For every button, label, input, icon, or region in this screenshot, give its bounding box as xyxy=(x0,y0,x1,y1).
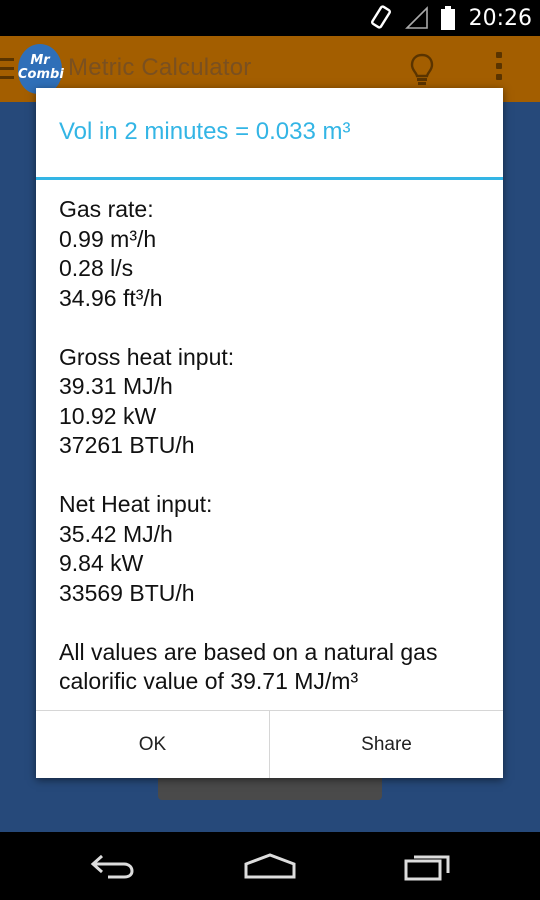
net-heat-heading: Net Heat input: xyxy=(59,491,213,517)
home-icon xyxy=(244,853,296,879)
share-button[interactable]: Share xyxy=(270,711,503,778)
calorific-note: calorific value of 39.71 MJ/m³ xyxy=(59,668,359,694)
screen-rotation-icon xyxy=(370,5,391,29)
result-dialog: Vol in 2 minutes = 0.033 m³ Gas rate: 0.… xyxy=(36,88,503,778)
net-heat-value: 35.42 MJ/h xyxy=(59,520,173,547)
gas-rate-value: 0.28 l/s xyxy=(59,255,134,281)
signal-icon xyxy=(404,6,428,29)
dialog-message: Gas rate: 0.99 m³/h 0.28 l/s 34.96 ft³/h… xyxy=(59,195,489,697)
bulb-icon[interactable] xyxy=(408,52,436,86)
ok-button[interactable]: OK xyxy=(36,711,269,778)
drawer-menu-icon[interactable] xyxy=(0,58,14,80)
gross-heat-value: 10.92 kW xyxy=(59,402,157,429)
status-time: 20:26 xyxy=(468,5,532,31)
app-logo[interactable]: Mr Combi xyxy=(18,44,64,94)
back-button[interactable] xyxy=(72,838,152,894)
status-bar: 20:26 xyxy=(0,0,540,36)
dialog-title: Vol in 2 minutes = 0.033 m³ xyxy=(59,118,351,145)
gross-heat-value: 37261 BTU/h xyxy=(59,432,195,458)
overflow-menu-icon[interactable] xyxy=(492,52,506,88)
recent-apps-button[interactable] xyxy=(388,838,468,894)
back-icon xyxy=(90,854,134,879)
net-heat-value: 9.84 kW xyxy=(59,550,144,576)
home-button[interactable] xyxy=(230,838,310,894)
gas-rate-heading: Gas rate: xyxy=(59,196,154,222)
net-heat-value: 33569 BTU/h xyxy=(59,579,195,606)
app-title: Metric Calculator xyxy=(68,54,252,81)
recent-apps-icon xyxy=(404,855,450,881)
calorific-note: All values are based on a natural gas xyxy=(59,638,438,665)
background-button xyxy=(158,778,382,800)
dialog-title-divider xyxy=(36,177,503,180)
battery-icon xyxy=(440,6,455,30)
gas-rate-value: 34.96 ft³/h xyxy=(59,284,163,311)
gross-heat-heading: Gross heat input: xyxy=(59,343,235,370)
gas-rate-value: 0.99 m³/h xyxy=(59,225,157,252)
gross-heat-value: 39.31 MJ/h xyxy=(59,373,173,399)
